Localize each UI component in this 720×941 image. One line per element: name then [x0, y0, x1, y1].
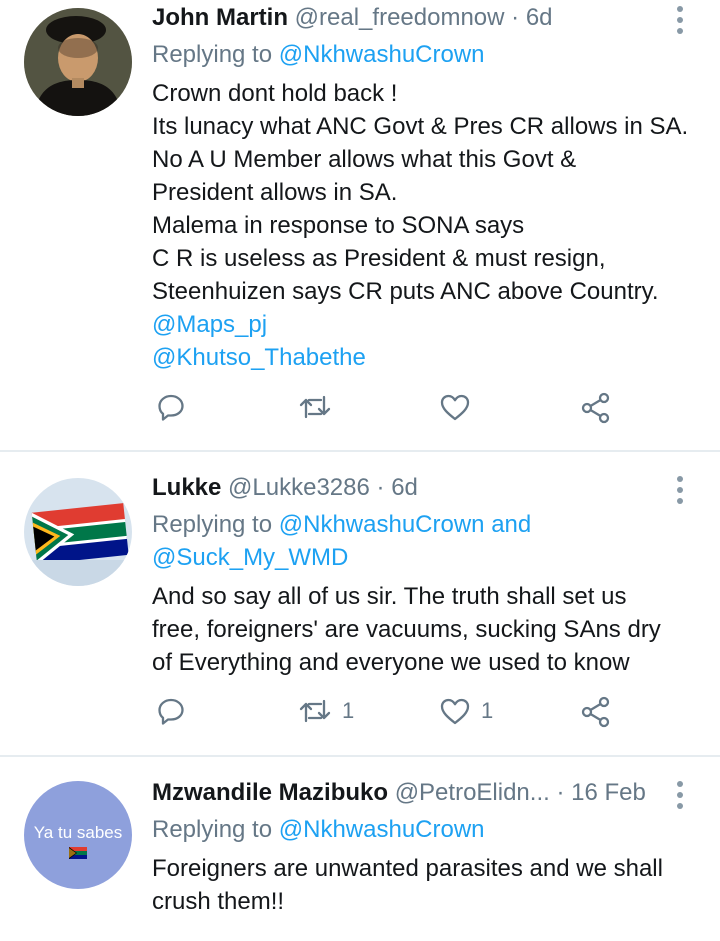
more-options-icon[interactable] [676, 6, 684, 39]
tweet-text-line: Its lunacy what ANC Govt & Pres CR allow… [152, 113, 689, 140]
reply-button[interactable] [156, 392, 186, 422]
tweet-text-line: President allows in SA. [152, 179, 398, 206]
like-button[interactable]: 1 [439, 696, 493, 726]
tweet-text-line: Malema in response to SONA says [152, 212, 525, 239]
like-button[interactable] [439, 392, 481, 422]
share-button[interactable] [580, 392, 612, 424]
reply-button[interactable] [156, 696, 186, 726]
replying-to: Replying to @NkhwashuCrown [152, 813, 485, 846]
replying-to-prefix: Replying to [152, 816, 279, 843]
avatar-portrait-image [24, 8, 132, 116]
author-name[interactable]: Mzwandile Mazibuko [152, 779, 388, 806]
tweet-text-line: C R is useless as President & must resig… [152, 245, 606, 272]
tweet-3[interactable]: Ya tu sabes Mzwandile Mazibuko @PetroEli… [0, 757, 720, 941]
south-africa-flag-icon [69, 847, 87, 859]
author-handle[interactable]: @real_freedomnow [295, 4, 505, 31]
tweet-actions: 1 1 [152, 696, 622, 736]
tweet-text-line: And so say all of us sir. The truth shal… [152, 583, 627, 610]
tweet-header: John Martin @real_freedomnow · 6d [152, 2, 553, 34]
share-icon [581, 392, 610, 424]
like-count: 1 [481, 698, 494, 723]
replying-to: Replying to @NkhwashuCrown [152, 38, 485, 71]
author-handle[interactable]: @Lukke3286 [228, 474, 370, 501]
avatar-text: Ya tu sabes [33, 823, 123, 842]
author-name[interactable]: Lukke [152, 474, 221, 501]
replying-to-prefix: Replying to [152, 41, 279, 68]
tweet-header: Mzwandile Mazibuko @PetroElidn... · 16 F… [152, 777, 646, 809]
tweet-timestamp[interactable]: 6d [391, 474, 418, 501]
replying-to-link[interactable]: @NkhwashuCrown [279, 816, 485, 843]
tweet-text-line: of Everything and everyone we used to kn… [152, 649, 630, 676]
retweet-button[interactable] [298, 392, 342, 422]
replying-to-link[interactable]: @NkhwashuCrown [279, 41, 485, 68]
share-icon [581, 696, 610, 728]
replying-to-link[interactable]: @Suck_My_WMD [152, 544, 348, 571]
mention-link[interactable]: @Maps_pj [152, 308, 688, 341]
avatar[interactable] [24, 8, 132, 116]
separator-dot: · [376, 474, 385, 501]
reply-icon [158, 394, 184, 421]
share-button[interactable] [580, 696, 612, 728]
mention-link[interactable]: @Khutso_Thabethe [152, 341, 688, 374]
tweet-text: Foreigners are unwanted parasites and we… [152, 852, 663, 918]
tweet-text-line: Foreigners are unwanted parasites and we… [152, 855, 663, 882]
tweet-text-line: Crown dont hold back ! [152, 80, 398, 107]
tweet-1[interactable]: John Martin @real_freedomnow · 6d Replyi… [0, 0, 720, 452]
tweet-timestamp[interactable]: 6d [526, 4, 553, 31]
author-name[interactable]: John Martin [152, 4, 288, 31]
tweet-text-line: free, foreigners' are vacuums, sucking S… [152, 616, 661, 643]
tweet-text-line: Steenhuizen says CR puts ANC above Count… [152, 278, 659, 305]
tweet-2[interactable]: Lukke @Lukke3286 · 6d Replying to @Nkhwa… [0, 452, 720, 757]
retweet-button[interactable]: 1 [298, 696, 354, 726]
south-africa-flag-image [24, 478, 132, 586]
tweet-text: And so say all of us sir. The truth shal… [152, 580, 661, 679]
tweet-text-line: crush them!! [152, 888, 285, 915]
avatar[interactable] [24, 478, 132, 586]
tweet-text-line: No A U Member allows what this Govt & [152, 146, 577, 173]
replying-to-prefix: Replying to [152, 511, 279, 538]
replying-to-link[interactable]: @NkhwashuCrown and [279, 511, 531, 538]
separator-dot: · [556, 779, 565, 806]
retweet-count: 1 [342, 698, 355, 723]
more-options-icon[interactable] [676, 781, 684, 814]
like-icon [440, 394, 470, 421]
tweet-text: Crown dont hold back ! Its lunacy what A… [152, 77, 688, 374]
like-icon [440, 698, 470, 725]
reply-icon [158, 698, 184, 725]
tweet-header: Lukke @Lukke3286 · 6d [152, 472, 418, 504]
author-handle[interactable]: @PetroElidn... [395, 779, 550, 806]
avatar[interactable]: Ya tu sabes [24, 781, 132, 889]
retweet-icon [299, 699, 331, 723]
tweet-timestamp[interactable]: 16 Feb [571, 779, 646, 806]
retweet-icon [299, 395, 331, 419]
replying-to: Replying to @NkhwashuCrown and @Suck_My_… [152, 508, 531, 574]
separator-dot: · [511, 4, 520, 31]
tweet-actions [152, 392, 622, 432]
more-options-icon[interactable] [676, 476, 684, 509]
